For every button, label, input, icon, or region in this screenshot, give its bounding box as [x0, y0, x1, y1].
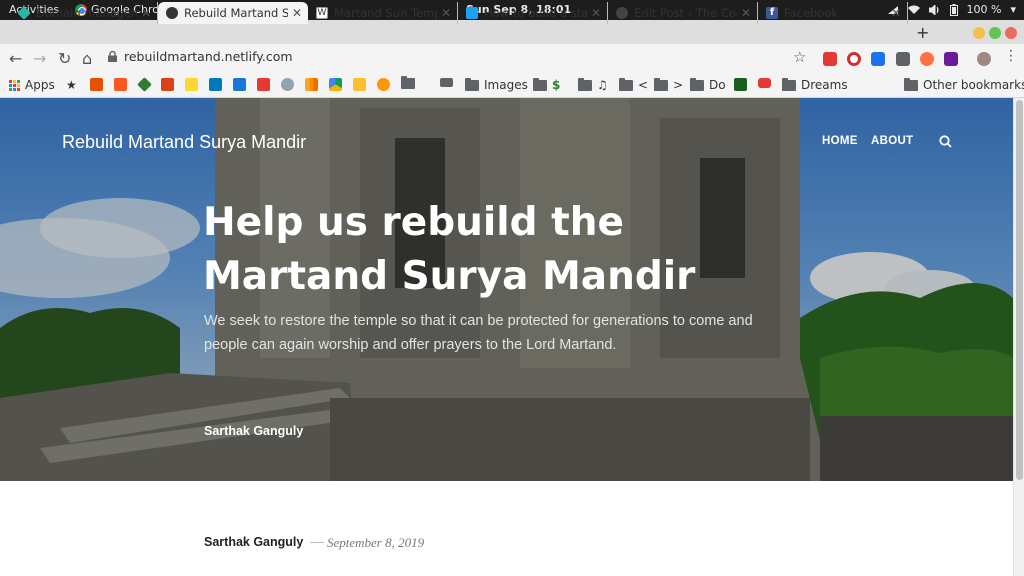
netlify-icon	[17, 6, 31, 20]
hero-author[interactable]: Sarthak Ganguly	[204, 424, 303, 438]
wifi-icon	[907, 5, 920, 14]
hero-headline: Help us rebuild the Martand Surya Mandir	[203, 200, 696, 299]
menu-kebab-icon[interactable]: ⋮	[1004, 48, 1018, 64]
nav-home-link[interactable]: HOME	[822, 135, 858, 147]
bookmark-folder-dreams[interactable]: Dreams	[782, 77, 848, 92]
reload-icon[interactable]: ↻	[58, 49, 71, 68]
youtube-icon[interactable]	[758, 78, 771, 88]
bookmark-folder-images[interactable]: Images	[465, 77, 528, 92]
site-title[interactable]: Rebuild Martand Surya Mandir	[62, 132, 306, 153]
facebook-icon: f	[766, 7, 778, 19]
volume-icon	[928, 4, 939, 15]
page-scrollbar[interactable]	[1013, 98, 1024, 576]
folder-icon	[619, 77, 633, 91]
bookmark-icon-1[interactable]	[90, 78, 103, 91]
tab-martand-sun-temple[interactable]: W Martand Sun Temple ✕	[308, 2, 458, 24]
laptop-icon[interactable]	[440, 78, 453, 87]
meta-divider	[310, 542, 324, 543]
bookmark-folder-lt[interactable]: <	[619, 77, 648, 92]
bookmark-folder-gt[interactable]: >	[654, 77, 683, 92]
bookmark-icon-5[interactable]	[185, 78, 198, 91]
wikipedia-icon: W	[316, 7, 328, 19]
forward-icon[interactable]: →	[33, 49, 46, 68]
power-menu-icon: ▾	[1010, 3, 1016, 16]
bookmark-apps[interactable]: Apps	[9, 78, 55, 92]
bookmark-folder-dollar[interactable]: $	[533, 77, 560, 92]
close-tab-icon[interactable]: ✕	[591, 6, 601, 20]
battery-icon	[949, 3, 958, 16]
bookmark-icon-9[interactable]	[281, 78, 294, 91]
bookmark-green-icon[interactable]	[734, 78, 747, 91]
close-tab-icon[interactable]: ✕	[292, 6, 302, 20]
opera-icon[interactable]	[847, 52, 861, 66]
blogger-icon[interactable]	[114, 78, 127, 91]
globe-icon	[166, 7, 178, 19]
extension-red-icon[interactable]	[823, 52, 837, 66]
bookmarks-bar: Apps ★ Images $ ♫ < > Do Dreams Other bo…	[0, 74, 1024, 98]
folder-icon	[533, 77, 547, 91]
music-note-icon: ♫	[597, 78, 608, 92]
close-window-button[interactable]	[1005, 27, 1017, 39]
bookmark-folder-music[interactable]: ♫	[578, 77, 608, 92]
star-icon[interactable]: ★	[66, 78, 77, 92]
bookmark-m-icon[interactable]	[257, 78, 270, 91]
globe-icon	[616, 7, 628, 19]
extension-orange-icon[interactable]	[920, 52, 934, 66]
address-bar[interactable]: rebuildmartand.netlify.com	[108, 49, 293, 64]
folder-icon	[904, 77, 918, 91]
close-tab-icon[interactable]: ✕	[741, 6, 751, 20]
folder-icon	[654, 77, 668, 91]
keep-icon[interactable]	[353, 78, 366, 91]
scrollbar-thumb[interactable]	[1016, 100, 1023, 480]
bookmark-folder-do[interactable]: Do	[690, 77, 726, 92]
hero-subheading: We seek to restore the temple so that it…	[204, 313, 753, 353]
sun-icon[interactable]	[377, 78, 390, 91]
extension-purple-icon[interactable]	[944, 52, 958, 66]
back-icon[interactable]: ←	[9, 49, 22, 68]
close-tab-icon[interactable]: ✕	[141, 6, 151, 20]
close-tab-icon[interactable]: ✕	[441, 6, 451, 20]
tab-rebuild-martand[interactable]: Rebuild Martand Su ✕	[158, 2, 308, 24]
search-icon[interactable]	[939, 135, 952, 148]
minimize-button[interactable]	[973, 27, 985, 39]
tab-facebook[interactable]: f Facebook ✕	[758, 2, 908, 24]
bookmark-other[interactable]: Other bookmarks	[904, 77, 1024, 92]
shield-icon[interactable]	[896, 52, 910, 66]
google-drive-icon[interactable]	[329, 78, 342, 91]
avatar[interactable]	[977, 52, 991, 66]
bookmark-icon-3[interactable]	[137, 77, 152, 92]
trello-icon[interactable]	[209, 78, 222, 91]
article-icon	[466, 7, 478, 19]
post-author[interactable]: Sarthak Ganguly	[204, 535, 303, 549]
folder-icon	[782, 77, 796, 91]
tab-edit-post[interactable]: Edit Post ‹ The Code ✕	[608, 2, 758, 24]
nav-about-link[interactable]: ABOUT	[871, 135, 913, 147]
folder-icon[interactable]	[401, 76, 415, 89]
bookmark-heart-icon[interactable]	[233, 78, 246, 91]
bookmark-star-icon[interactable]: ☆	[793, 48, 806, 66]
post-date: September 8, 2019	[327, 535, 425, 550]
tab-domain-management[interactable]: Domain manageme ✕	[10, 2, 158, 24]
office-icon[interactable]	[161, 78, 174, 91]
close-tab-icon[interactable]: ✕	[891, 6, 901, 20]
apps-grid-icon	[9, 79, 20, 91]
battery-percent: 100 %	[966, 3, 1002, 16]
folder-icon	[690, 77, 704, 91]
new-tab-button[interactable]: +	[916, 23, 929, 42]
lock-icon	[108, 51, 117, 62]
home-icon[interactable]: ⌂	[82, 49, 92, 68]
url-text: rebuildmartand.netlify.com	[124, 49, 293, 64]
folder-icon	[578, 77, 592, 91]
maximize-button[interactable]	[989, 27, 1001, 39]
tab-how-to-build[interactable]: How to build a static ✕	[458, 2, 608, 24]
extension-v-icon[interactable]	[871, 52, 885, 66]
folder-icon	[465, 77, 479, 91]
bar-chart-icon[interactable]	[305, 78, 318, 91]
